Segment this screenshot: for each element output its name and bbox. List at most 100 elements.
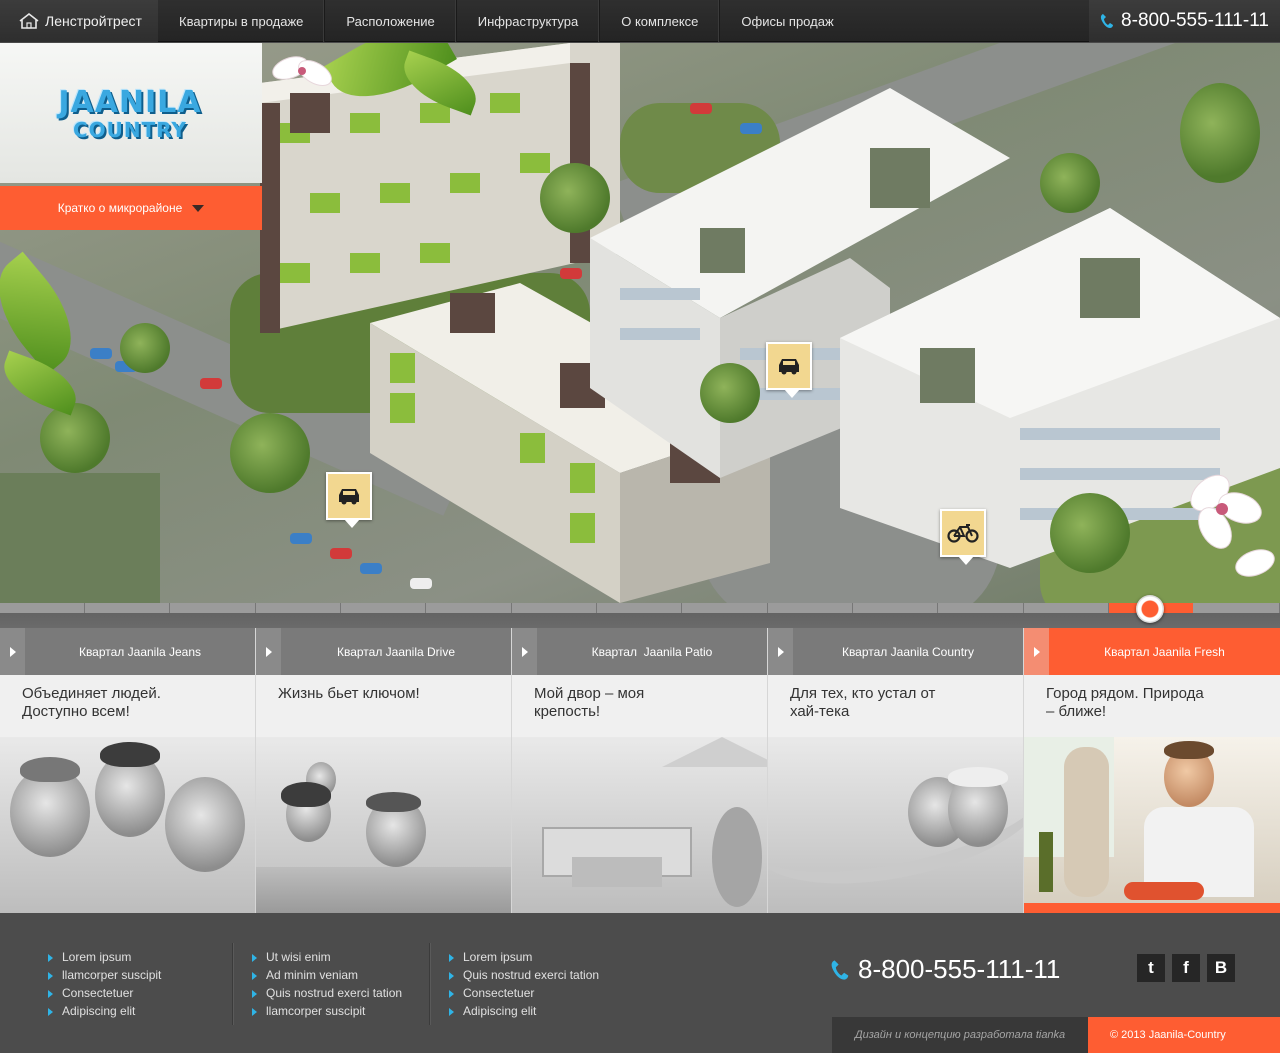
card-photo-patio <box>512 737 767 913</box>
car <box>200 378 222 389</box>
tree <box>230 413 310 493</box>
footer-phone[interactable]: 8-800-555-111-11 <box>830 954 1060 985</box>
card-header: Квартал Jaanila Fresh <box>1024 628 1280 675</box>
card-photo-kitchen <box>1024 737 1280 913</box>
car <box>290 533 312 544</box>
footer-link[interactable]: Lorem ipsum <box>48 950 161 968</box>
nav-about[interactable]: О комплексе <box>600 0 721 42</box>
footer-links-col-3: Lorem ipsum Quis nostrud exerci tation C… <box>449 950 599 1022</box>
nav-apartments[interactable]: Квартиры в продаже <box>158 0 326 42</box>
card-jaanila-jeans[interactable]: Квартал Jaanila Jeans Объединяет людей. … <box>0 628 256 913</box>
footer-link[interactable]: llamcorper suscipit <box>48 968 161 986</box>
person-hair <box>100 742 160 767</box>
house-icon <box>19 13 39 29</box>
parking-pin[interactable] <box>766 342 812 398</box>
chevron-down-icon <box>192 204 205 212</box>
district-cards: Квартал Jaanila Jeans Объединяет людей. … <box>0 628 1280 913</box>
card-jaanila-patio[interactable]: Квартал Jaanila Patio Мой двор – моя кре… <box>512 628 768 913</box>
footer-link[interactable]: Ad minim veniam <box>252 968 402 986</box>
about-district-button[interactable]: Кратко о микрорайоне <box>0 186 262 230</box>
car-icon <box>339 489 359 505</box>
copyright: © 2013 Jaanila-Country <box>1088 1017 1280 1053</box>
tree <box>1050 493 1130 573</box>
slider-segment <box>768 603 853 613</box>
tree <box>1180 83 1260 183</box>
footer-link[interactable]: Quis nostrud exerci tation <box>252 986 402 1004</box>
footer-links-col-1: Lorem ipsum llamcorper suscipit Consecte… <box>48 950 161 1022</box>
card-title: Квартал Jaanila Fresh <box>1049 628 1280 675</box>
logo-line-2: COUNTRY <box>72 118 188 142</box>
card-header: Квартал Jaanila Drive <box>256 628 511 675</box>
slider-segment <box>853 603 938 613</box>
wine-bottle <box>1039 832 1053 892</box>
card-tagline: Мой двор – моя крепость! <box>534 685 645 720</box>
nav-sales-offices[interactable]: Офисы продаж <box>720 0 854 42</box>
slider-segment <box>938 603 1024 613</box>
slider-segment <box>256 603 341 613</box>
design-credit[interactable]: Дизайн и концепцию разработала tianka <box>832 1017 1088 1053</box>
slider-segment <box>1024 603 1109 613</box>
slider-segment <box>512 603 597 613</box>
tree <box>40 403 110 473</box>
facebook-icon[interactable]: f <box>1172 954 1200 982</box>
footer-link[interactable]: Adipiscing elit <box>48 1004 161 1022</box>
car <box>330 548 352 559</box>
tree <box>120 323 170 373</box>
chevron-right-icon <box>1024 628 1049 675</box>
footer: Lorem ipsum llamcorper suscipit Consecte… <box>0 913 1280 1053</box>
card-photo-family-grass <box>256 737 511 913</box>
footer-link[interactable]: Consectetuer <box>449 986 599 1004</box>
footer-link[interactable]: Consectetuer <box>48 986 161 1004</box>
footer-link[interactable]: Ut wisi enim <box>252 950 402 968</box>
footer-link[interactable]: llamcorper suscipit <box>252 1004 402 1022</box>
person-hair <box>20 757 80 782</box>
nav-location[interactable]: Расположение <box>325 0 457 42</box>
car <box>90 348 112 359</box>
card-header: Квартал Jaanila Jeans <box>0 628 255 675</box>
tree <box>540 163 610 233</box>
about-district-label: Кратко о микрорайоне <box>57 201 183 215</box>
card-jaanila-fresh[interactable]: Квартал Jaanila Fresh Город рядом. Приро… <box>1024 628 1280 913</box>
card-tagline: Жизнь бьет ключом! <box>278 685 420 702</box>
parking-pin[interactable] <box>326 472 372 528</box>
chevron-right-icon <box>256 628 281 675</box>
bicycle-pin[interactable] <box>940 509 986 565</box>
card-header: Квартал Jaanila Patio <box>512 628 767 675</box>
person-hair <box>366 792 421 812</box>
header-phone[interactable]: 8-800-555-111-11 <box>1089 0 1280 42</box>
site-logo[interactable]: JAANILA COUNTRY <box>30 88 230 142</box>
vegetables <box>1124 882 1204 900</box>
footer-divider <box>429 943 430 1025</box>
card-header: Квартал Jaanila Country <box>768 628 1023 675</box>
card-title: Квартал Jaanila Drive <box>281 628 511 675</box>
footer-divider <box>232 943 233 1025</box>
slider-segment <box>341 603 426 613</box>
vkontakte-icon[interactable]: B <box>1207 954 1235 982</box>
person-face <box>165 777 245 872</box>
slider-track[interactable] <box>0 595 1280 628</box>
nav-infrastructure[interactable]: Инфраструктура <box>457 0 601 42</box>
card-jaanila-drive[interactable]: Квартал Jaanila Drive Жизнь бьет ключом! <box>256 628 512 913</box>
footer-link[interactable]: Quis nostrud exerci tation <box>449 968 599 986</box>
card-jaanila-country[interactable]: Квартал Jaanila Country Для тех, кто уст… <box>768 628 1024 913</box>
slider-segment <box>682 603 768 613</box>
footer-link[interactable]: Lorem ipsum <box>449 950 599 968</box>
twitter-icon[interactable]: t <box>1137 954 1165 982</box>
footer-link[interactable]: Adipiscing elit <box>449 1004 599 1022</box>
blossom-decoration <box>272 56 332 86</box>
person-hair <box>948 767 1008 787</box>
chevron-right-icon <box>768 628 793 675</box>
tree <box>700 363 760 423</box>
slider-segment <box>170 603 256 613</box>
slider-segment <box>426 603 512 613</box>
header-phone-number: 8-800-555-111-11 <box>1121 10 1269 31</box>
brand-link[interactable]: Ленстройтрест <box>0 0 158 42</box>
slider-segment <box>85 603 170 613</box>
card-title: Квартал Jaanila Country <box>793 628 1023 675</box>
brand-name: Ленстройтрест <box>45 13 142 29</box>
person-hair <box>1164 741 1214 759</box>
slider-handle[interactable] <box>1136 595 1164 623</box>
lawn <box>0 473 160 603</box>
person-woman <box>1064 747 1109 897</box>
